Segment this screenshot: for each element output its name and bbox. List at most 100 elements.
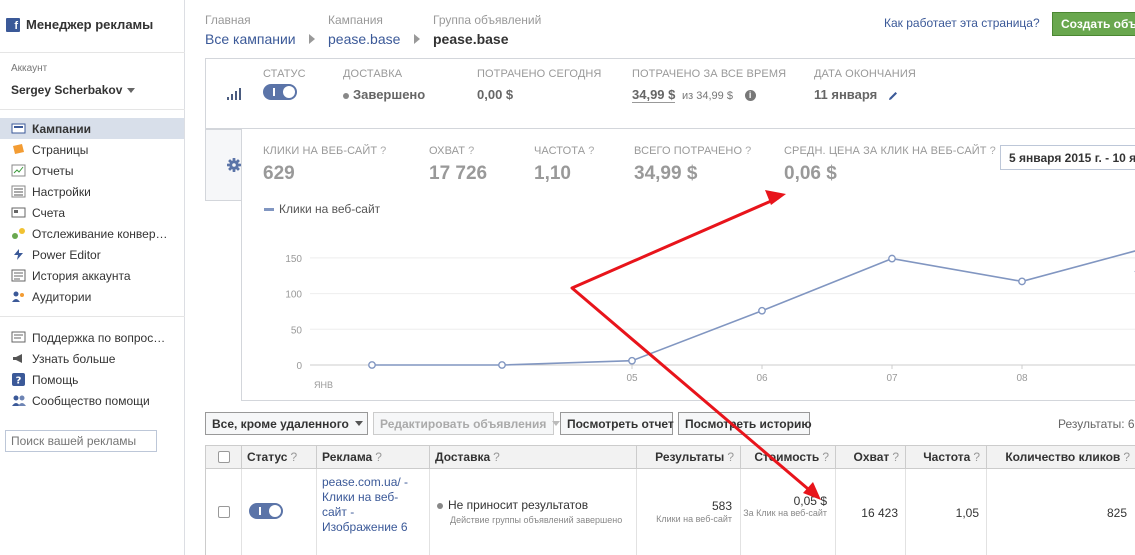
facebook-logo-icon: f bbox=[6, 17, 20, 32]
sidebar-item-billing[interactable]: Счета bbox=[0, 202, 184, 223]
breadcrumb-campaign[interactable]: Кампания pease.base bbox=[328, 13, 400, 47]
sidebar-item-pages[interactable]: Страницы bbox=[0, 139, 184, 160]
sidebar-item-help[interactable]: ? Помощь bbox=[0, 369, 184, 390]
sidebar-item-settings[interactable]: Настройки bbox=[0, 181, 184, 202]
row-reach: 16 423 bbox=[861, 506, 898, 520]
status-dot-icon bbox=[343, 92, 349, 99]
account-label: Аккаунт bbox=[11, 63, 48, 74]
search-ads-input[interactable] bbox=[5, 430, 157, 452]
sidebar-item-support[interactable]: Поддержка по вопрос… bbox=[0, 327, 184, 348]
column-clicks[interactable]: Количество кликов? bbox=[987, 446, 1135, 468]
main-nav: Кампании Страницы Отчеты Настройки Счета Отсл… bbox=[0, 118, 184, 307]
sidebar-item-audiences[interactable]: Аудитории bbox=[0, 286, 184, 307]
column-status[interactable]: Статус? bbox=[242, 446, 317, 468]
date-range-picker[interactable]: 5 января 2015 г. - 10 января 2015 г. bbox=[1000, 145, 1135, 170]
sidebar-item-reports[interactable]: Отчеты bbox=[0, 160, 184, 181]
how-page-works-link[interactable]: Как работает эта страница? bbox=[884, 16, 1040, 30]
table-row: pease.com.ua/ - Клики на веб-сайт - Изоб… bbox=[205, 469, 1135, 555]
delivery-metric: Доставка Завершено bbox=[343, 68, 426, 102]
sidebar: f Менеджер рекламы Аккаунт Sergey Scherb… bbox=[0, 0, 185, 555]
sidebar-item-account-history[interactable]: История аккаунта bbox=[0, 265, 184, 286]
row-results: 583 bbox=[711, 499, 732, 513]
view-history-button[interactable]: Посмотреть историю bbox=[678, 412, 812, 435]
support-icon bbox=[10, 331, 26, 345]
select-all-checkbox[interactable] bbox=[217, 451, 230, 463]
column-results[interactable]: Результаты? bbox=[637, 446, 741, 468]
y-tick-label: 150 bbox=[285, 254, 302, 265]
divider bbox=[0, 316, 185, 317]
tab-stats[interactable] bbox=[205, 58, 262, 129]
billing-icon bbox=[10, 206, 26, 220]
reports-icon bbox=[10, 164, 26, 178]
community-icon bbox=[10, 394, 26, 408]
y-tick-label: 50 bbox=[291, 325, 303, 336]
help-icon[interactable]: ? bbox=[380, 145, 386, 157]
row-frequency: 1,05 bbox=[955, 506, 979, 520]
sidebar-item-megaphone[interactable]: Узнать больше bbox=[0, 348, 184, 369]
data-point[interactable] bbox=[368, 361, 376, 369]
data-point[interactable] bbox=[758, 306, 766, 315]
y-tick-label: 0 bbox=[296, 361, 302, 372]
breadcrumb-adset: Группа объявлений pease.base bbox=[433, 13, 542, 47]
status-dot-icon bbox=[437, 502, 443, 509]
account-selector[interactable]: Sergey Scherbakov bbox=[11, 83, 136, 97]
clicks-metric: Клики на веб-сайт? 629 bbox=[263, 145, 387, 184]
svg-text:?: ? bbox=[15, 376, 21, 387]
data-point[interactable] bbox=[888, 254, 896, 263]
row-checkbox[interactable] bbox=[218, 506, 230, 518]
status-toggle[interactable] bbox=[263, 84, 297, 100]
sidebar-item-community[interactable]: Сообщество помощи bbox=[0, 390, 184, 411]
row-status-toggle[interactable] bbox=[249, 503, 283, 519]
end-date-metric: Дата окончания 11 января bbox=[814, 68, 916, 102]
help-icon[interactable]: ? bbox=[468, 145, 474, 157]
column-ad[interactable]: Реклама? bbox=[317, 446, 430, 468]
data-point[interactable] bbox=[498, 361, 506, 369]
pencil-icon[interactable] bbox=[887, 90, 899, 102]
breadcrumb-arrow-icon bbox=[414, 34, 420, 44]
conversion-tracking-icon bbox=[10, 227, 26, 241]
row-results-sub: Клики на веб-сайт bbox=[656, 514, 732, 524]
column-cost[interactable]: Стоимость? bbox=[741, 446, 836, 468]
chart-legend: Клики на веб-сайт bbox=[264, 202, 380, 216]
create-ad-button[interactable]: Создать объявление bbox=[1052, 12, 1135, 36]
help-icon[interactable]: ? bbox=[588, 145, 594, 157]
data-point[interactable] bbox=[1018, 277, 1026, 286]
megaphone-icon bbox=[10, 352, 26, 366]
divider bbox=[0, 109, 185, 110]
column-delivery[interactable]: Доставка? bbox=[430, 446, 637, 468]
info-icon[interactable]: i bbox=[744, 90, 756, 102]
ad-name-link[interactable]: pease.com.ua/ - Клики на веб-сайт - Изоб… bbox=[322, 475, 418, 535]
row-clicks: 825 bbox=[1106, 506, 1127, 520]
help-icon[interactable]: ? bbox=[990, 145, 996, 157]
y-tick-label: 100 bbox=[285, 290, 302, 301]
series-line bbox=[372, 250, 1135, 366]
sidebar-item-power-editor[interactable]: Power Editor bbox=[0, 244, 184, 265]
help-nav: Поддержка по вопрос… Узнать больше? Помощь… bbox=[0, 327, 184, 411]
cpc-metric: Средн. цена за клик на веб-сайт? 0,06 $ bbox=[784, 145, 996, 184]
column-reach[interactable]: Охват? bbox=[836, 446, 906, 468]
filter-dropdown[interactable]: Все, кроме удаленного bbox=[205, 412, 368, 435]
breadcrumb-home[interactable]: Главная Все кампании bbox=[205, 13, 296, 47]
sidebar-item-conversion-tracking[interactable]: Отслеживание конвер… bbox=[0, 223, 184, 244]
help-icon[interactable]: ? bbox=[745, 145, 751, 157]
settings-icon bbox=[10, 185, 26, 199]
view-report-button[interactable]: Посмотреть отчет bbox=[560, 412, 674, 435]
row-delivery-sub: Действие группы объявлений завершено bbox=[450, 515, 623, 525]
column-frequency[interactable]: Частота? bbox=[906, 446, 987, 468]
audiences-icon bbox=[10, 290, 26, 304]
campaigns-icon bbox=[10, 122, 26, 136]
edit-ads-dropdown[interactable]: Редактировать объявления bbox=[373, 412, 561, 435]
sidebar-item-campaigns[interactable]: Кампании bbox=[0, 118, 184, 139]
breadcrumb-arrow-icon bbox=[309, 34, 315, 44]
results-count: Результаты: 6 bbox=[1058, 417, 1135, 431]
total-spent-metric: Всего потрачено? 34,99 $ bbox=[634, 145, 752, 184]
data-point[interactable] bbox=[628, 356, 636, 365]
power-editor-icon bbox=[10, 248, 26, 262]
x-tick-label: 05 bbox=[626, 373, 638, 384]
frequency-metric: Частота? 1,10 bbox=[534, 145, 595, 184]
divider bbox=[0, 52, 185, 53]
app-title[interactable]: f Менеджер рекламы bbox=[6, 17, 153, 32]
help-icon: ? bbox=[10, 373, 26, 387]
chevron-down-icon bbox=[127, 88, 136, 94]
row-delivery: Не приносит результатов bbox=[437, 498, 588, 512]
